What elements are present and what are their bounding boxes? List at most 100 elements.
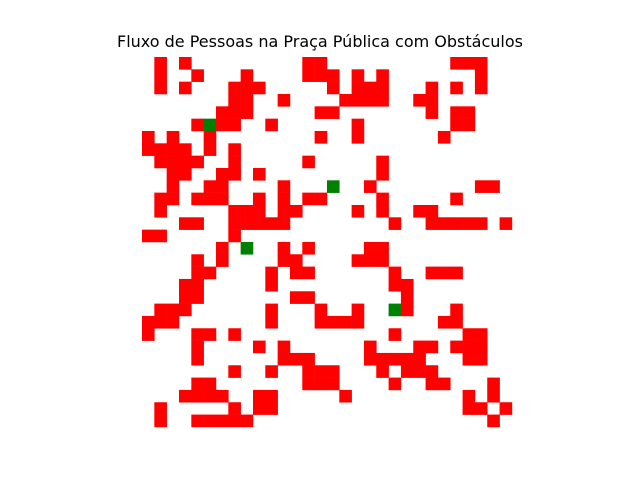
- obstacle-cell: [265, 315, 278, 329]
- obstacle-cell: [191, 389, 204, 403]
- obstacle-cell: [277, 254, 291, 267]
- obstacle-cell: [203, 414, 217, 428]
- obstacle-cell: [462, 352, 476, 366]
- obstacle-cell: [178, 81, 192, 95]
- obstacle-cell: [351, 93, 365, 107]
- obstacle-cell: [240, 414, 254, 428]
- obstacle-cell: [437, 130, 451, 144]
- obstacle-cell: [376, 241, 389, 255]
- obstacle-cell: [450, 57, 463, 70]
- person-cell: [388, 303, 402, 317]
- person-cell: [326, 180, 340, 193]
- obstacle-cell: [302, 365, 315, 378]
- obstacle-cell: [388, 266, 402, 280]
- obstacle-cell: [425, 377, 439, 391]
- obstacle-cell: [314, 57, 328, 70]
- obstacle-cell: [277, 352, 291, 366]
- obstacle-cell: [474, 328, 488, 341]
- obstacle-cell: [450, 315, 463, 329]
- obstacle-cell: [413, 93, 426, 107]
- obstacle-cell: [154, 229, 167, 243]
- obstacle-cell: [215, 241, 229, 255]
- obstacle-cell: [388, 217, 402, 230]
- obstacle-cell: [191, 118, 204, 132]
- obstacle-cell: [277, 217, 291, 230]
- obstacle-cell: [289, 352, 303, 366]
- obstacle-cell: [203, 377, 217, 391]
- obstacle-cell: [154, 303, 167, 317]
- obstacle-cell: [166, 303, 180, 317]
- obstacle-cell: [154, 57, 167, 70]
- obstacle-cell: [178, 57, 192, 70]
- obstacle-cell: [487, 377, 500, 391]
- obstacle-cell: [289, 254, 303, 267]
- obstacle-cell: [474, 352, 488, 366]
- obstacle-cell: [289, 266, 303, 280]
- obstacle-cell: [376, 155, 389, 169]
- obstacle-cell: [265, 365, 278, 378]
- obstacle-cell: [388, 377, 402, 391]
- obstacle-cell: [215, 192, 229, 206]
- obstacle-cell: [191, 155, 204, 169]
- obstacle-cell: [277, 180, 291, 193]
- obstacle-cell: [252, 81, 266, 95]
- obstacle-cell: [474, 69, 488, 82]
- obstacle-cell: [474, 402, 488, 415]
- obstacle-cell: [265, 389, 278, 403]
- obstacle-cell: [363, 352, 377, 366]
- obstacle-cell: [240, 217, 254, 230]
- obstacle-cell: [326, 106, 340, 119]
- obstacle-cell: [302, 241, 315, 255]
- obstacle-cell: [228, 328, 241, 341]
- obstacle-cell: [191, 69, 204, 82]
- obstacle-cell: [314, 303, 328, 317]
- obstacle-cell: [450, 106, 463, 119]
- obstacle-cell: [314, 69, 328, 82]
- obstacle-cell: [314, 192, 328, 206]
- obstacle-cell: [154, 192, 167, 206]
- obstacle-cell: [499, 217, 513, 230]
- obstacle-cell: [450, 340, 463, 354]
- obstacle-cell: [413, 340, 426, 354]
- obstacle-cell: [462, 389, 476, 403]
- obstacle-cell: [154, 204, 167, 218]
- obstacle-cell: [154, 315, 167, 329]
- obstacle-cell: [142, 229, 155, 243]
- obstacle-cell: [228, 106, 241, 119]
- obstacle-cell: [376, 204, 389, 218]
- obstacle-cell: [178, 155, 192, 169]
- obstacle-cell: [228, 365, 241, 378]
- obstacle-cell: [265, 278, 278, 292]
- obstacle-cell: [154, 81, 167, 95]
- obstacle-cell: [166, 155, 180, 169]
- obstacle-cell: [326, 315, 340, 329]
- obstacle-cell: [437, 217, 451, 230]
- obstacle-cell: [191, 340, 204, 354]
- obstacle-cell: [178, 217, 192, 230]
- obstacle-cell: [240, 81, 254, 95]
- obstacle-cell: [462, 57, 476, 70]
- heatmap-grid: [142, 57, 513, 428]
- obstacle-cell: [314, 365, 328, 378]
- obstacle-cell: [277, 340, 291, 354]
- obstacle-cell: [462, 217, 476, 230]
- obstacle-cell: [203, 328, 217, 341]
- obstacle-cell: [142, 130, 155, 144]
- obstacle-cell: [425, 81, 439, 95]
- obstacle-cell: [474, 217, 488, 230]
- obstacle-cell: [437, 377, 451, 391]
- obstacle-cell: [400, 352, 414, 366]
- obstacle-cell: [437, 315, 451, 329]
- obstacle-cell: [252, 167, 266, 181]
- obstacle-cell: [314, 106, 328, 119]
- obstacle-cell: [302, 377, 315, 391]
- obstacle-cell: [191, 377, 204, 391]
- obstacle-cell: [252, 340, 266, 354]
- obstacle-cell: [351, 315, 365, 329]
- obstacle-cell: [252, 217, 266, 230]
- obstacle-cell: [425, 266, 439, 280]
- obstacle-cell: [277, 192, 291, 206]
- obstacle-cell: [413, 204, 426, 218]
- obstacle-cell: [154, 69, 167, 82]
- obstacle-cell: [302, 291, 315, 304]
